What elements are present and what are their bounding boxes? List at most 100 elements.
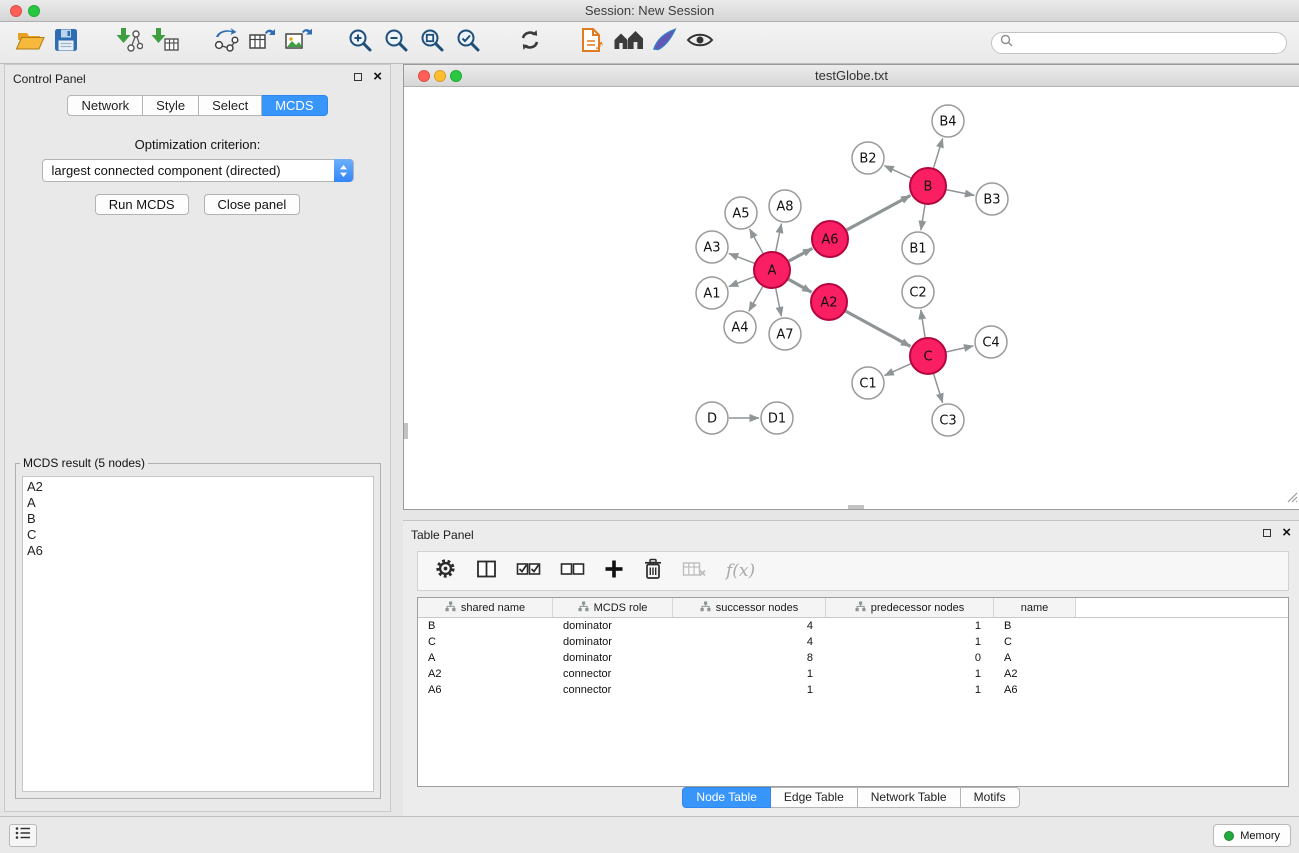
node-B1[interactable]: B1 <box>902 232 934 264</box>
edge-A-A3[interactable] <box>729 253 754 263</box>
network-from-selection-button[interactable] <box>208 26 244 60</box>
node-C[interactable]: C <box>910 338 946 374</box>
node-A4[interactable]: A4 <box>724 311 756 343</box>
close-table-panel-icon[interactable]: × <box>1282 528 1291 538</box>
mcds-result-item[interactable]: A2 <box>23 479 373 495</box>
table-cell-successors[interactable]: 4 <box>673 634 826 650</box>
tab-style[interactable]: Style <box>143 95 199 116</box>
open-document-button[interactable] <box>574 26 610 60</box>
node-A5[interactable]: A5 <box>725 197 757 229</box>
table-cell-predecessors[interactable]: 1 <box>826 666 994 682</box>
close-window-button[interactable] <box>10 5 22 17</box>
zoom-fit-button[interactable] <box>414 26 450 60</box>
mcds-result-item[interactable]: A6 <box>23 543 373 559</box>
node-A2[interactable]: A2 <box>811 284 847 320</box>
network-zoom-button[interactable] <box>450 70 462 82</box>
edge-A-A7[interactable] <box>776 289 782 317</box>
task-history-button[interactable] <box>9 824 37 847</box>
node-D[interactable]: D <box>696 402 728 434</box>
vertical-scroll-thumb[interactable] <box>404 423 408 439</box>
node-A7[interactable]: A7 <box>769 318 801 350</box>
node-B2[interactable]: B2 <box>852 142 884 174</box>
edge-B-B2[interactable] <box>884 166 910 178</box>
resize-grip-icon[interactable] <box>1286 490 1298 508</box>
select-all-button[interactable] <box>516 560 541 583</box>
network-close-button[interactable] <box>418 70 430 82</box>
refresh-layout-button[interactable] <box>512 26 548 60</box>
node-C3[interactable]: C3 <box>932 404 964 436</box>
node-A[interactable]: A <box>754 252 790 288</box>
zoom-out-button[interactable] <box>378 26 414 60</box>
zoom-selected-button[interactable] <box>450 26 486 60</box>
column-header-successor-nodes[interactable]: successor nodes <box>673 598 826 618</box>
tab-select[interactable]: Select <box>199 95 262 116</box>
table-cell-predecessors[interactable]: 0 <box>826 650 994 666</box>
edge-A6-B[interactable] <box>847 196 911 230</box>
node-B4[interactable]: B4 <box>932 105 964 137</box>
column-header-mcds-role[interactable]: MCDS role <box>553 598 673 618</box>
table-cell-shared_name[interactable]: A <box>418 650 553 666</box>
mcds-result-list[interactable]: A2ABCA6 <box>22 476 374 792</box>
close-panel-icon[interactable]: × <box>373 72 382 82</box>
edge-A-A4[interactable] <box>749 287 763 312</box>
tab-edge-table[interactable]: Edge Table <box>771 787 858 808</box>
edge-C-C2[interactable] <box>921 310 925 337</box>
mcds-result-item[interactable]: B <box>23 511 373 527</box>
node-A1[interactable]: A1 <box>696 277 728 309</box>
network-minimize-button[interactable] <box>434 70 446 82</box>
node-C4[interactable]: C4 <box>975 326 1007 358</box>
table-cell-shared_name[interactable]: A6 <box>418 682 553 698</box>
table-cell-mcds_role[interactable]: dominator <box>553 634 673 650</box>
delete-row-button[interactable] <box>643 558 663 585</box>
table-cell-predecessors[interactable]: 1 <box>826 618 994 634</box>
table-cell-successors[interactable]: 1 <box>673 682 826 698</box>
run-mcds-button[interactable]: Run MCDS <box>95 194 189 215</box>
network-canvas[interactable]: B4B2BB3A8A5A6A3B1AC2A1A2A4A7C4CC1C3DD1 <box>404 87 1298 509</box>
float-table-panel-icon[interactable] <box>1263 529 1271 537</box>
network-window-titlebar[interactable]: testGlobe.txt <box>404 65 1299 87</box>
table-cell-shared_name[interactable]: B <box>418 618 553 634</box>
open-file-button[interactable] <box>12 26 48 60</box>
table-cell-predecessors[interactable]: 1 <box>826 634 994 650</box>
edge-A-A2[interactable] <box>789 279 812 292</box>
function-builder-button[interactable]: f(x) <box>726 561 755 581</box>
unselect-all-button[interactable] <box>560 560 585 583</box>
mcds-result-item[interactable]: C <box>23 527 373 543</box>
table-cell-name[interactable]: B <box>994 618 1076 634</box>
close-panel-button[interactable]: Close panel <box>204 194 301 215</box>
column-header-shared-name[interactable]: shared name <box>418 598 553 618</box>
import-table-button[interactable] <box>146 26 182 60</box>
edge-C-C4[interactable] <box>947 346 974 352</box>
table-cell-predecessors[interactable]: 1 <box>826 682 994 698</box>
add-row-button[interactable] <box>604 559 624 584</box>
edge-A-A6[interactable] <box>789 248 813 261</box>
node-A8[interactable]: A8 <box>769 190 801 222</box>
edge-A-A1[interactable] <box>729 277 754 287</box>
export-table-button[interactable] <box>244 26 280 60</box>
table-cell-name[interactable]: A2 <box>994 666 1076 682</box>
table-cell-name[interactable]: C <box>994 634 1076 650</box>
table-cell-successors[interactable]: 4 <box>673 618 826 634</box>
save-session-button[interactable] <box>48 26 84 60</box>
table-cell-mcds_role[interactable]: dominator <box>553 618 673 634</box>
horizontal-scroll-thumb[interactable] <box>848 505 864 509</box>
zoom-in-button[interactable] <box>342 26 378 60</box>
column-selector-button[interactable] <box>476 559 497 584</box>
node-C2[interactable]: C2 <box>902 276 934 308</box>
node-A6[interactable]: A6 <box>812 221 848 257</box>
criterion-dropdown[interactable]: largest connected component (directed) <box>42 159 354 182</box>
edge-B-B1[interactable] <box>921 205 925 230</box>
search-input[interactable] <box>1018 36 1278 50</box>
tab-network[interactable]: Network <box>67 95 143 116</box>
node-B[interactable]: B <box>910 168 946 204</box>
memory-button[interactable]: Memory <box>1213 824 1291 847</box>
column-header-predecessor-nodes[interactable]: predecessor nodes <box>826 598 994 618</box>
edge-A2-C[interactable] <box>846 311 911 346</box>
node-A3[interactable]: A3 <box>696 231 728 263</box>
table-cell-successors[interactable]: 1 <box>673 666 826 682</box>
table-settings-button[interactable] <box>434 557 457 585</box>
tab-network-table[interactable]: Network Table <box>858 787 961 808</box>
table-cell-mcds_role[interactable]: connector <box>553 666 673 682</box>
tab-motifs[interactable]: Motifs <box>961 787 1020 808</box>
float-panel-icon[interactable] <box>354 73 362 81</box>
